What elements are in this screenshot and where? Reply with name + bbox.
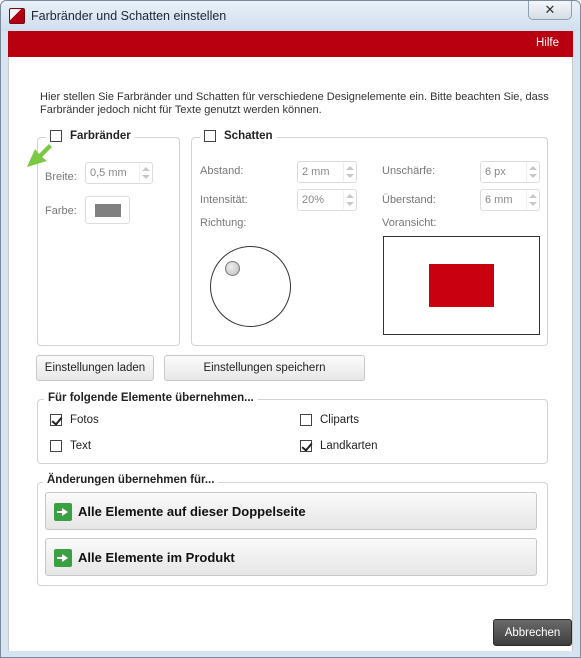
arrow-right-icon (54, 503, 72, 521)
breite-label: Breite: (45, 171, 77, 183)
farbe-swatch (95, 204, 121, 217)
stepper-up-icon[interactable] (529, 194, 537, 198)
load-settings-button[interactable]: Einstellungen laden (36, 355, 154, 381)
landkarten-checkbox[interactable] (300, 440, 312, 452)
abstand-stepper[interactable]: 2 mm (297, 161, 357, 183)
intensitaet-value: 20% (302, 194, 325, 206)
cliparts-checkbox[interactable] (300, 414, 312, 426)
abstand-label: Abstand: (200, 165, 244, 177)
ueberstand-label: Überstand: (382, 194, 436, 206)
ueberstand-stepper[interactable]: 6 mm (480, 189, 540, 211)
dialog-content: Hier stellen Sie Farbränder und Schatten… (8, 57, 573, 651)
direction-dial[interactable] (210, 246, 291, 327)
fotos-checkbox[interactable] (50, 414, 62, 426)
close-button[interactable]: ✕ (528, 1, 572, 20)
stepper-up-icon[interactable] (346, 166, 354, 170)
landkarten-label: Landkarten (320, 440, 378, 452)
apply-product-button[interactable]: Alle Elemente im Produkt (45, 538, 537, 576)
stepper-down-icon[interactable] (529, 202, 537, 206)
app-icon (9, 8, 25, 24)
element-option-landkarten[interactable]: Landkarten (300, 440, 378, 452)
schatten-checkbox[interactable] (204, 130, 216, 142)
preview-rect (429, 264, 494, 307)
abstand-value: 2 mm (302, 166, 330, 178)
element-option-text[interactable]: Text (50, 440, 91, 452)
breite-stepper[interactable]: 0,5 mm (85, 162, 153, 184)
dialog-window: Farbränder und Schatten einstellen ✕ Hil… (0, 0, 581, 658)
direction-handle[interactable] (225, 261, 240, 276)
farbraender-checkbox[interactable] (50, 130, 62, 142)
breite-value: 0,5 mm (90, 167, 127, 179)
intensitaet-stepper[interactable]: 20% (297, 189, 357, 211)
stepper-up-icon[interactable] (142, 167, 150, 171)
arrow-right-icon (54, 549, 72, 567)
apply-legend: Änderungen übernehmen für... (43, 474, 219, 486)
window-title: Farbränder und Schatten einstellen (31, 9, 227, 23)
farbe-swatch-button[interactable] (85, 196, 130, 224)
text-checkbox[interactable] (50, 440, 62, 452)
farbraender-label: Farbränder (70, 130, 131, 142)
text-label: Text (70, 440, 92, 452)
fotos-label: Fotos (70, 414, 99, 426)
richtung-label: Richtung: (200, 217, 247, 229)
schatten-label: Schatten (224, 130, 273, 142)
cancel-button[interactable]: Abbrechen (493, 619, 572, 646)
intro-text: Hier stellen Sie Farbränder und Schatten… (40, 91, 549, 116)
elements-group: Für folgende Elemente übernehmen... Foto… (37, 392, 548, 464)
voransicht-label: Voransicht: (382, 217, 437, 229)
element-option-fotos[interactable]: Fotos (50, 414, 99, 426)
preview-box (383, 236, 540, 335)
unschaerfe-value: 6 px (485, 166, 506, 178)
stepper-up-icon[interactable] (346, 194, 354, 198)
apply-spread-label: Alle Elemente auf dieser Doppelseite (78, 504, 306, 519)
unschaerfe-stepper[interactable]: 6 px (480, 161, 540, 183)
stepper-down-icon[interactable] (529, 174, 537, 178)
intensitaet-label: Intensität: (200, 194, 248, 206)
ueberstand-value: 6 mm (485, 194, 513, 206)
help-link[interactable]: Hilfe (536, 37, 559, 49)
element-option-cliparts[interactable]: Cliparts (300, 414, 359, 426)
stepper-down-icon[interactable] (142, 175, 150, 179)
stepper-down-icon[interactable] (346, 174, 354, 178)
cliparts-label: Cliparts (320, 414, 359, 426)
farbraender-group: Farbränder Breite: 0,5 mm Farbe: (37, 130, 180, 346)
apply-spread-button[interactable]: Alle Elemente auf dieser Doppelseite (45, 492, 537, 530)
stepper-up-icon[interactable] (529, 166, 537, 170)
elements-legend: Für folgende Elemente übernehmen... (44, 392, 258, 404)
stepper-down-icon[interactable] (346, 202, 354, 206)
apply-product-label: Alle Elemente im Produkt (78, 550, 235, 565)
schatten-group: Schatten Abstand: 2 mm Intensität: 20% R… (191, 130, 548, 346)
unschaerfe-label: Unschärfe: (382, 165, 436, 177)
hint-arrow-icon (27, 144, 52, 167)
header-bar: Hilfe (8, 31, 573, 57)
farbe-label: Farbe: (45, 205, 77, 217)
save-settings-button[interactable]: Einstellungen speichern (164, 355, 365, 381)
title-bar: Farbränder und Schatten einstellen ✕ (1, 1, 580, 31)
